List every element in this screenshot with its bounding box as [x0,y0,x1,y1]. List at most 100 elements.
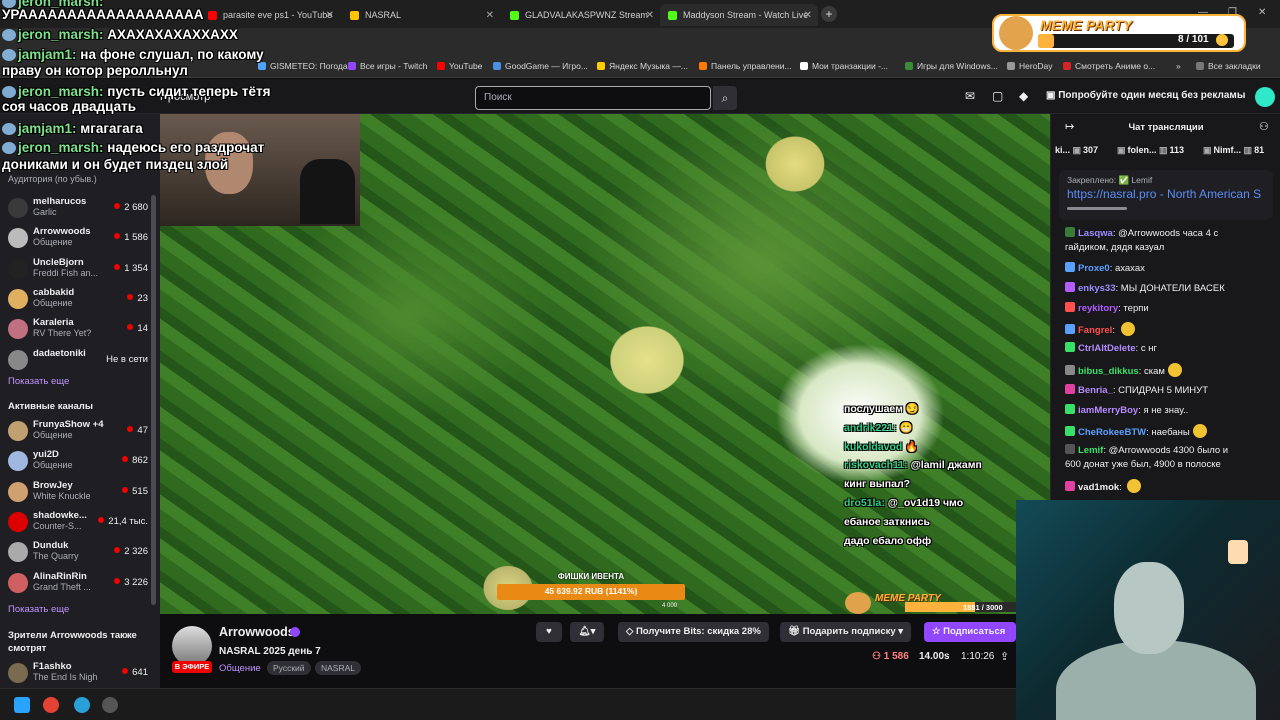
bookmark-5[interactable]: Мои транзакции -... [800,61,888,71]
whispers-icon[interactable]: ▢ [992,89,1003,103]
chat-message[interactable]: гайдиком, дядя казуал [1065,241,1275,254]
tab-youtube[interactable]: parasite eve ps1 - YouTube ✕ [200,4,340,26]
gifter-2[interactable]: ▣ folen... ▥ 113 [1117,145,1184,156]
sidebar-channel[interactable]: Karaleria RV There Yet? 14 [8,317,148,345]
chat-username[interactable]: iamMerryBoy [1078,405,1138,416]
bookmark-4[interactable]: Панель управлени... [699,61,792,71]
tab-nasral[interactable]: NASRAL ✕ [342,4,500,26]
chat-message[interactable]: Lemif: @Arrowwoods 4300 было и [1065,444,1275,457]
close-icon[interactable]: ✕ [486,10,494,21]
chat-message[interactable]: Fangrel: [1065,322,1275,337]
new-tab-button[interactable]: + [821,6,837,22]
sidebar-channel[interactable]: Dunduk The Quarry 2 326 [8,540,148,568]
tab-maddyson[interactable]: Maddyson Stream - Watch Live ✕ [660,4,818,26]
chat-message[interactable]: Lasqwa: @Arrowwoods часа 4 с [1065,227,1275,240]
chat-message[interactable]: enkys33: МЫ ДОНАТЕЛИ ВАСЕК [1065,282,1275,295]
bookmark-0[interactable]: Все игры - Twitch [348,61,427,71]
ad-free-promo[interactable]: ▣ Попробуйте один месяц без рекламы [1046,90,1245,101]
pinned-message[interactable]: Закреплено: ✅ Lemif https://nasral.pro -… [1059,170,1273,220]
chevron-right-icon[interactable]: » [1176,61,1181,71]
gifter-name: ki... [1055,145,1071,155]
chat-username[interactable]: bibus_dikkus [1078,366,1139,377]
browse-link[interactable]: Просмотр [160,91,210,103]
sidebar-channel[interactable]: BrowJey White Knuckle 515 [8,480,148,508]
tag-language[interactable]: Русский [267,661,311,675]
chat-username[interactable]: Fangrel [1078,325,1112,336]
gifter-3[interactable]: ▣ Nimf... ▥ 81 [1203,145,1264,156]
search-icon[interactable]: ⌕ [713,86,737,110]
channel-name: yui2D [33,449,59,461]
sidebar-channel[interactable]: cabbakid Общение 23 [8,287,148,315]
chat-message[interactable]: vad1mok: [1065,479,1275,494]
show-more-link[interactable]: Показать еще [8,376,69,387]
chat-username[interactable]: CheRokeeBTW [1078,427,1146,438]
sidebar-channel[interactable]: AlinaRinRin Grand Theft ... 3 226 [8,571,148,599]
bookmark-2[interactable]: GoodGame — Игро... [493,61,588,71]
sidebar-channel[interactable]: Arrowwoods Общение 1 586 [8,226,148,254]
bell-icon[interactable]: 🔔︎▾ [570,622,604,642]
sidebar-channel[interactable]: FrunyaShow +4 Общение 47 [8,419,148,447]
chat-message[interactable]: 600 донат уже был, 4900 в полоске [1065,458,1275,471]
users-icon[interactable]: ⚇ [1259,120,1269,133]
sidebar-scrollbar[interactable] [151,195,156,605]
chrome-icon[interactable] [43,697,59,713]
chat-username[interactable]: Proxe0 [1078,263,1110,274]
bookmark-7[interactable]: HeroDay [1007,61,1053,71]
window-close-icon[interactable]: ✕ [1258,7,1266,18]
sidebar-channel[interactable]: F1ashko The End Is Nigh 641 [8,661,148,689]
sidebar-channel[interactable]: melharucos Garlic 2 680 [8,196,148,224]
show-more-link[interactable]: Показать еще [8,604,69,615]
sidebar-channel[interactable]: dadaetoniki Не в сети [8,348,148,376]
chat-username[interactable]: reykitory [1078,303,1118,314]
bookmark-gismeteo[interactable]: GISMETEO: Погода... [258,61,355,71]
get-bits-button[interactable]: ◇ Получите Bits: скидка 28% [618,622,769,642]
bookmark-1[interactable]: YouTube [437,61,482,71]
viewer-count: 21,4 тыс. [98,516,148,527]
user-avatar[interactable] [1255,87,1275,107]
inbox-icon[interactable]: ✉ [965,89,975,103]
chat-message[interactable]: bibus_dikkus: скам [1065,363,1275,378]
chat-username[interactable]: Lasqwa [1078,228,1113,239]
chat-username[interactable]: CtrlAltDelete [1078,343,1136,354]
close-icon[interactable]: ✕ [646,10,654,21]
channel-name[interactable]: Arrowwoods [219,625,295,639]
tag-nasral[interactable]: NASRAL [315,661,362,675]
pinned-scrollbar[interactable] [1067,207,1127,210]
chat-username[interactable]: Lemif [1078,445,1103,456]
gifter-1[interactable]: ki... ▣ 307 [1055,145,1098,156]
chat-message[interactable]: iamMerryBoy: я не знау.. [1065,404,1275,417]
obs-icon[interactable] [102,697,118,713]
pinned-link[interactable]: https://nasral.pro - North American S [1067,187,1267,201]
close-icon[interactable]: ✕ [326,10,334,21]
chat-username[interactable]: Benria_ [1078,385,1113,396]
chat-message[interactable]: CheRokeeBTW: наебаны [1065,424,1275,439]
heart-icon[interactable]: ♥ [536,622,562,642]
sidebar-channel[interactable]: UncleBjorn Freddi Fish an... 1 354 [8,257,148,285]
tab-gladvalakas[interactable]: GLADVALAKASPWNZ Stream ✕ [502,4,660,26]
sidebar-channel[interactable]: yui2D Общение 862 [8,449,148,477]
all-bookmarks[interactable]: Все закладки [1196,61,1261,71]
windows-start-icon[interactable] [14,697,30,713]
chat-username[interactable]: vad1mok [1078,482,1119,493]
chat-message[interactable]: reykitory: терпи [1065,302,1275,315]
gift-sub-button[interactable]: 🎁︎ Подарить подписку ▾ [780,622,912,642]
chat-message[interactable]: Benria_: СПИДРАН 5 МИНУТ [1065,384,1275,397]
subscribe-button[interactable]: ☆ Подписаться [924,622,1016,642]
channel-avatar[interactable] [172,626,212,666]
promo-label: Попробуйте один месяц без рекламы [1058,90,1246,101]
bookmark-6[interactable]: Игры для Windows... [905,61,998,71]
prime-icon[interactable]: ◆ [1019,89,1028,103]
close-icon[interactable]: ✕ [804,10,812,21]
bookmark-8[interactable]: Смотреть Аниме о... [1063,61,1155,71]
share-icon[interactable]: ⇪ [1000,650,1009,663]
bookmark-label: Мои транзакции -... [812,61,889,71]
chat-message[interactable]: CtrlAltDelete: с нг [1065,342,1275,355]
stream-category[interactable]: Общение [219,663,261,674]
telegram-icon[interactable] [74,697,90,713]
sidebar-channel[interactable]: shadowke... Counter-S... 21,4 тыс. [8,510,148,538]
bookmark-3[interactable]: Яндекс Музыка —... [597,61,688,71]
meme-progress-fill [1038,34,1054,48]
search-input[interactable]: Поиск [475,86,711,110]
chat-message[interactable]: Proxe0: ахахах [1065,262,1275,275]
chat-username[interactable]: enkys33 [1078,283,1116,294]
